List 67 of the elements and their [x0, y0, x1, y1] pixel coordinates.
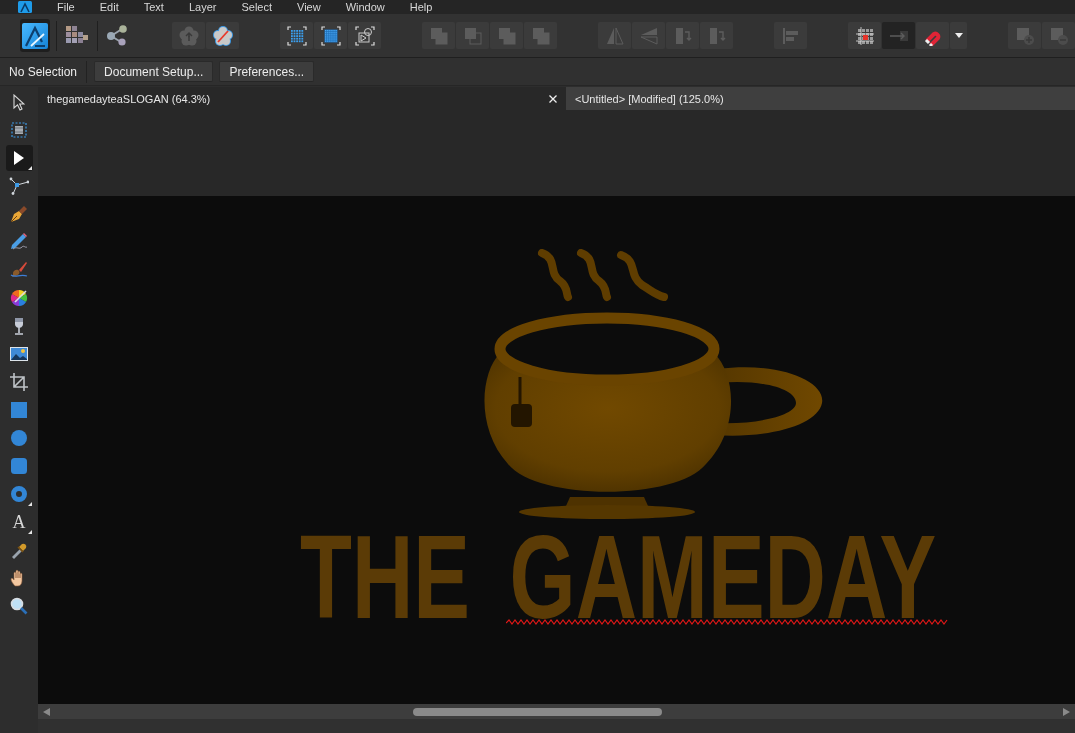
persona-button[interactable] — [20, 19, 51, 52]
artboard-icon — [10, 121, 28, 139]
toolbar-button[interactable] — [314, 22, 347, 49]
ring-icon — [11, 486, 27, 502]
selection-status: No Selection — [9, 64, 78, 79]
solid-pointer-icon — [13, 150, 25, 166]
square-plus-icon — [1014, 25, 1035, 46]
crop-icon — [10, 373, 28, 391]
scrollbar-thumb[interactable] — [413, 707, 662, 716]
pointer-icon — [13, 93, 25, 111]
context-button[interactable]: Document Setup... — [94, 61, 214, 82]
document-tab[interactable]: thegamedayteaSLOGAN (64.3%) — [38, 87, 566, 110]
menu-item[interactable]: Text — [143, 1, 164, 13]
overlapping-squares-icon — [462, 25, 483, 46]
scroll-left-icon[interactable] — [43, 707, 50, 716]
app-logo-icon — [22, 22, 49, 49]
square-icon — [11, 402, 27, 418]
flower-slash-icon — [212, 25, 233, 46]
pencil-icon — [10, 233, 28, 251]
grid-dot-icon — [854, 25, 875, 46]
wine-glass-icon — [13, 317, 25, 335]
flower-arrow-icon — [178, 25, 199, 46]
menu-item[interactable]: View — [297, 1, 321, 13]
node-handles-icon — [9, 177, 29, 195]
brush-icon — [10, 261, 28, 279]
eyedropper-icon — [10, 541, 28, 559]
overlapping-squares-icon — [530, 25, 551, 46]
triangle-halves-icon — [638, 25, 659, 46]
menu-item[interactable]: Window — [345, 1, 385, 13]
dotted-square-icon — [320, 25, 341, 46]
context-button[interactable]: Preferences... — [219, 61, 315, 82]
scroll-right-icon[interactable] — [1063, 707, 1070, 716]
arrow-right-icon — [888, 29, 909, 42]
tool-button[interactable]: A — [5, 509, 33, 535]
pen-nib-icon — [10, 205, 28, 223]
menu-item[interactable]: Edit — [99, 1, 119, 13]
color-wheel-icon — [10, 289, 28, 307]
horizontal-scrollbar[interactable] — [38, 704, 1075, 719]
rounded-square-icon — [11, 458, 27, 474]
toolbar-button[interactable] — [848, 22, 881, 49]
pixel-grid-icon — [65, 25, 88, 46]
menu-item[interactable]: Layer — [188, 1, 217, 13]
picture-icon — [10, 347, 28, 361]
toolbar-button[interactable] — [950, 22, 967, 49]
square-minus-icon — [1048, 25, 1069, 46]
dotted-square-icon — [286, 25, 307, 46]
menu-item[interactable]: Help — [409, 1, 433, 13]
circle-icon — [11, 430, 27, 446]
toolbar-button[interactable] — [206, 22, 239, 49]
triangle-halves-icon — [604, 25, 625, 46]
share-nodes-icon — [106, 24, 129, 47]
caret-down-icon — [954, 33, 963, 38]
menu-item[interactable]: Select — [241, 1, 272, 13]
document-tab[interactable]: <Untitled> [Modified] (125.0%) — [566, 87, 1075, 110]
toolbar-button[interactable] — [280, 22, 313, 49]
toolbar-button[interactable] — [348, 22, 381, 49]
menu-item[interactable]: File — [57, 1, 75, 13]
app-logo-icon — [18, 1, 32, 13]
magnifier-icon — [10, 597, 28, 615]
overlapping-squares-icon — [428, 25, 449, 46]
close-icon[interactable] — [549, 94, 557, 103]
logo-headline: THE GAMEDAY — [300, 517, 937, 636]
toolbar-button[interactable] — [916, 22, 949, 49]
shapes-frame-icon — [354, 25, 375, 46]
align-bars-icon — [780, 25, 801, 46]
overlapping-squares-icon — [496, 25, 517, 46]
tool-button[interactable] — [5, 145, 33, 171]
